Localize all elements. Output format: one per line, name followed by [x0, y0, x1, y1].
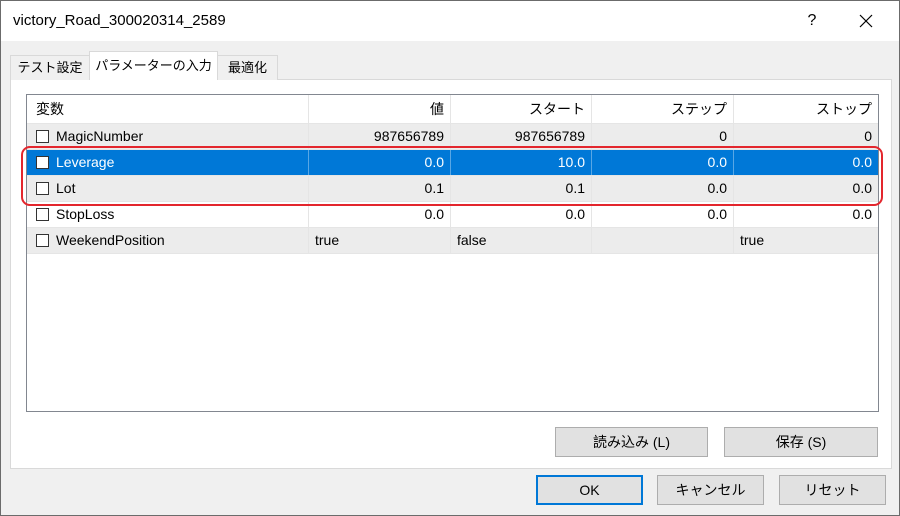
parameter-name: Lot: [56, 180, 76, 196]
tab-optimization[interactable]: 最適化: [217, 55, 278, 80]
help-button[interactable]: ?: [789, 1, 835, 41]
column-header-stop: ストップ: [816, 101, 872, 117]
parameter-stop[interactable]: true: [734, 228, 878, 253]
tab-input-parameters[interactable]: パラメーターの入力: [89, 51, 218, 80]
parameter-step[interactable]: 0.0: [592, 176, 734, 201]
parameter-stop[interactable]: 0.0: [734, 150, 878, 175]
title-bar: victory_Road_300020314_2589 ?: [1, 1, 899, 41]
parameter-step[interactable]: 0: [592, 124, 734, 149]
parameter-start[interactable]: 0.1: [451, 176, 592, 201]
save-button[interactable]: 保存 (S): [724, 427, 878, 457]
parameter-checkbox[interactable]: [36, 234, 49, 247]
parameters-list-header: 変数 値 スタート ステップ ストップ: [27, 95, 878, 124]
parameter-row[interactable]: WeekendPosition true false true: [27, 228, 878, 254]
parameter-row[interactable]: MagicNumber 987656789 987656789 0 0: [27, 124, 878, 150]
parameter-name: Leverage: [56, 154, 115, 170]
parameter-name: WeekendPosition: [56, 232, 165, 248]
parameter-value[interactable]: 0.1: [309, 176, 451, 201]
parameter-start[interactable]: 10.0: [451, 150, 592, 175]
parameter-row[interactable]: StopLoss 0.0 0.0 0.0 0.0: [27, 202, 878, 228]
load-button[interactable]: 読み込み (L): [555, 427, 708, 457]
parameter-name-cell: MagicNumber: [27, 124, 309, 149]
column-header-variable: 変数: [27, 95, 309, 123]
column-header-start: スタート: [451, 95, 592, 123]
parameter-name-cell: Leverage: [27, 150, 309, 175]
parameter-row[interactable]: Lot 0.1 0.1 0.0 0.0: [27, 176, 878, 202]
close-icon: [859, 14, 873, 28]
parameters-list: 変数 値 スタート ステップ ストップ MagicNumber 98765678…: [26, 94, 879, 412]
parameter-value[interactable]: 987656789: [309, 124, 451, 149]
parameter-row[interactable]: Leverage 0.0 10.0 0.0 0.0: [27, 150, 878, 176]
parameter-step[interactable]: 0.0: [592, 202, 734, 227]
parameter-checkbox[interactable]: [36, 130, 49, 143]
parameter-start[interactable]: 0.0: [451, 202, 592, 227]
parameter-step[interactable]: [592, 228, 734, 253]
column-header-value: 値: [309, 95, 451, 123]
ok-button[interactable]: OK: [536, 475, 643, 505]
window-title: victory_Road_300020314_2589: [13, 12, 226, 29]
parameter-name: StopLoss: [56, 206, 115, 222]
parameter-checkbox[interactable]: [36, 156, 49, 169]
parameter-stop[interactable]: 0.0: [734, 202, 878, 227]
parameter-checkbox[interactable]: [36, 182, 49, 195]
cancel-button[interactable]: キャンセル: [657, 475, 764, 505]
parameter-stop[interactable]: 0.0: [734, 176, 878, 201]
parameter-value[interactable]: 0.0: [309, 150, 451, 175]
close-button[interactable]: [843, 1, 889, 41]
parameter-name-cell: Lot: [27, 176, 309, 201]
parameter-name: MagicNumber: [56, 128, 144, 144]
parameter-value[interactable]: true: [309, 228, 451, 253]
parameter-start[interactable]: false: [451, 228, 592, 253]
parameter-stop[interactable]: 0: [734, 124, 878, 149]
tab-test-settings[interactable]: テスト設定: [10, 55, 90, 80]
parameter-start[interactable]: 987656789: [451, 124, 592, 149]
parameter-checkbox[interactable]: [36, 208, 49, 221]
reset-button[interactable]: リセット: [779, 475, 886, 505]
parameter-step[interactable]: 0.0: [592, 150, 734, 175]
parameter-name-cell: WeekendPosition: [27, 228, 309, 253]
parameter-value[interactable]: 0.0: [309, 202, 451, 227]
column-header-step: ステップ: [592, 95, 734, 123]
parameter-name-cell: StopLoss: [27, 202, 309, 227]
dialog-window: victory_Road_300020314_2589 ? テスト設定 パラメー…: [0, 0, 900, 516]
tab-panel-input-parameters: 変数 値 スタート ステップ ストップ MagicNumber 98765678…: [10, 79, 892, 469]
